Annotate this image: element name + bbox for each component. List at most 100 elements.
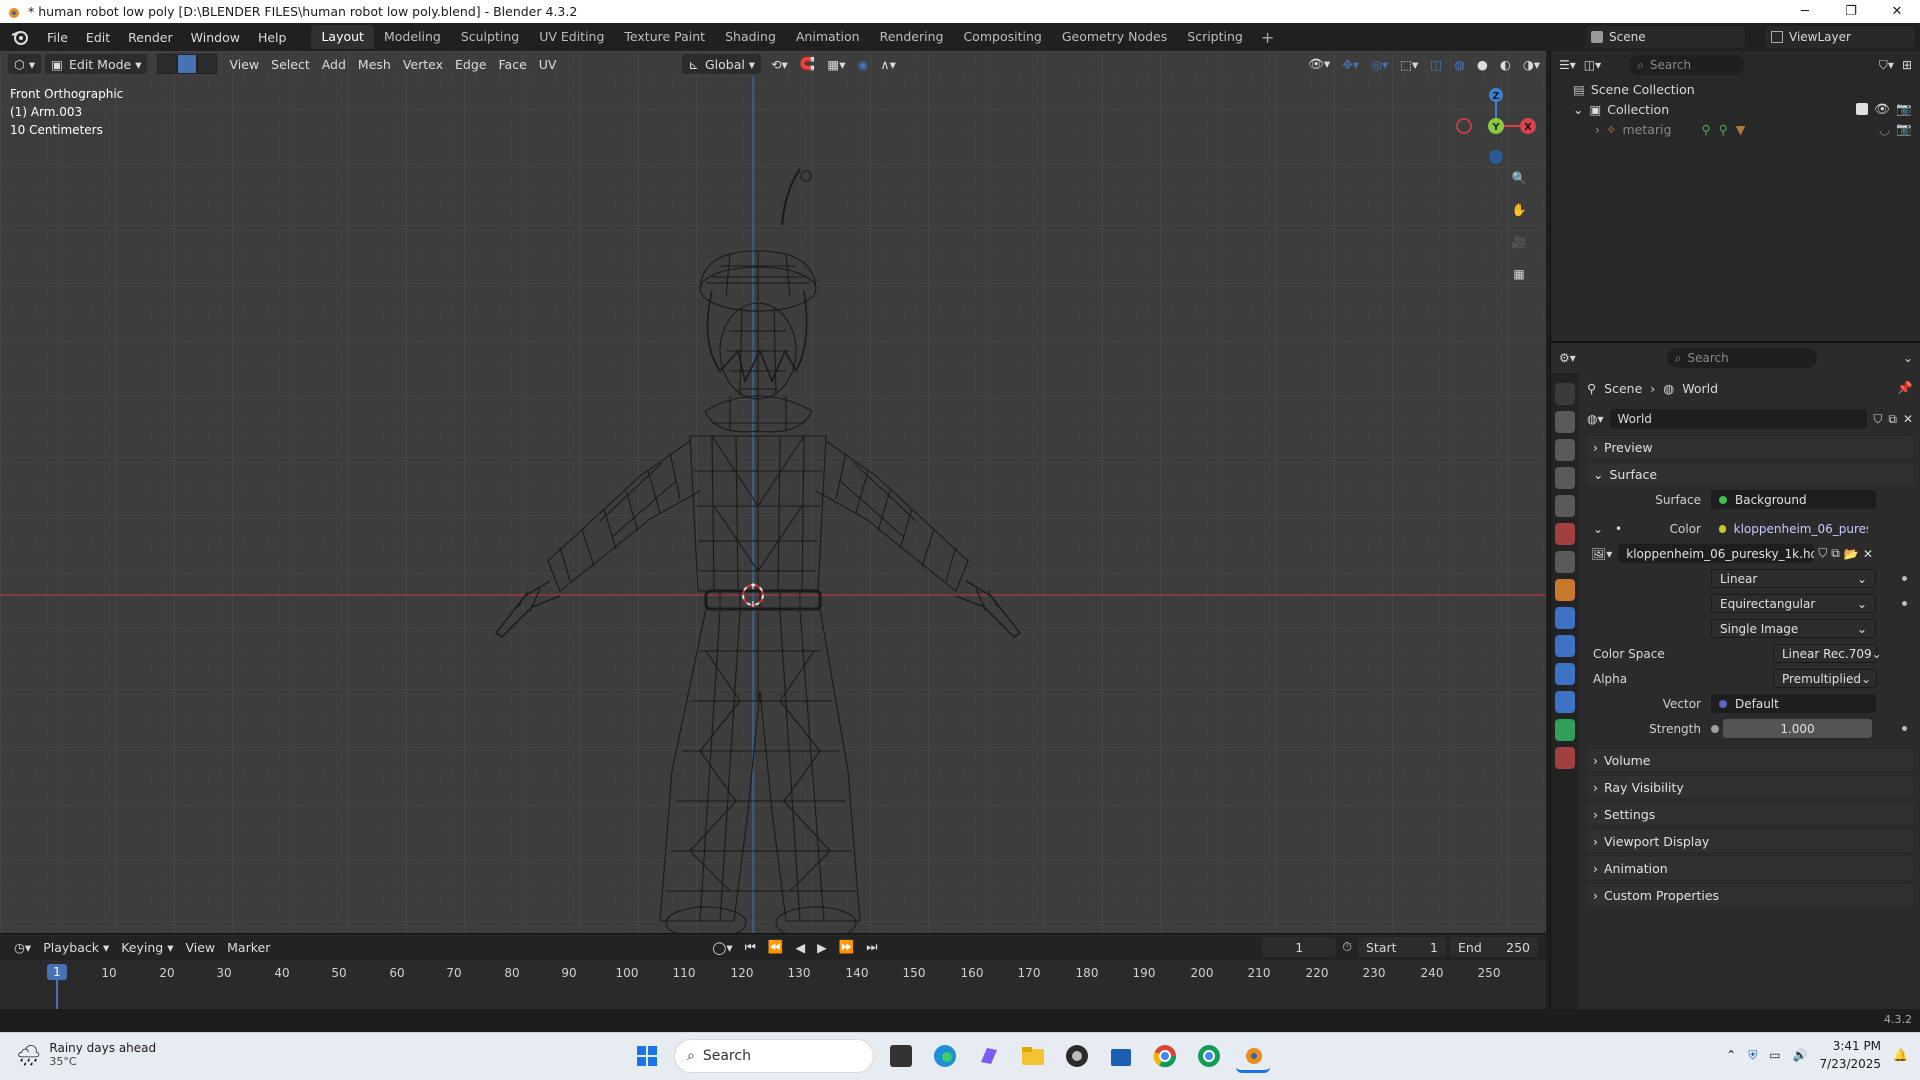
outliner-row-collection[interactable]: ⌄ ▣ Collection 👁 📷 (1551, 99, 1920, 119)
tab-texture-paint[interactable]: Texture Paint (614, 25, 715, 49)
properties-search-input[interactable]: ⌕ Search (1666, 348, 1817, 368)
collection-render-icon[interactable]: 📷 (1896, 101, 1912, 117)
tab-sculpting[interactable]: Sculpting (451, 25, 529, 49)
properties-editor[interactable]: ⚙▾ ⌕ Search ⌄ ⚲ Scene › ◍ World 📌 ◍▾ Wor… (1550, 341, 1920, 1031)
outliner-row-scene-collection[interactable]: ▤ Scene Collection (1551, 79, 1920, 99)
image-name-field[interactable]: kloppenheim_06_puresky_1k.hdr (1618, 544, 1815, 563)
world-name-field[interactable]: World (1609, 409, 1868, 429)
obs-studio-icon[interactable] (1060, 1039, 1094, 1073)
clock[interactable]: 3:41 PM 7/23/2025 (1820, 1037, 1882, 1073)
particles-tab-icon[interactable] (1555, 635, 1575, 657)
surface-shader-field[interactable]: Background (1711, 490, 1876, 509)
scene-selector[interactable]: Scene (1585, 26, 1745, 48)
transform-orientation-selector[interactable]: ⊾ Global ▾ (682, 54, 762, 74)
menu-mesh[interactable]: Mesh (352, 54, 397, 74)
view-layer-selector[interactable]: ViewLayer (1765, 26, 1915, 48)
outliner-editor-type-icon[interactable]: ☰▾ (1559, 58, 1576, 72)
duplicate-world-icon[interactable]: ⧉ (1888, 412, 1897, 427)
keyframe-dot-icon[interactable] (1902, 726, 1907, 731)
expand-collection-icon[interactable]: ⌄ (1573, 102, 1583, 117)
source-select[interactable]: Single Image ⌄ (1711, 619, 1876, 638)
panel-animation[interactable]: › Animation (1587, 857, 1913, 879)
metarig-render-icon[interactable]: 📷 (1896, 121, 1912, 137)
start-windows-icon[interactable] (630, 1039, 664, 1073)
play-reverse-icon[interactable]: ◀ (789, 937, 811, 957)
overlays-icon[interactable]: ◎▾ (1365, 54, 1394, 74)
tab-scripting[interactable]: Scripting (1177, 25, 1253, 49)
panel-settings[interactable]: › Settings (1587, 803, 1913, 825)
face-select-icon[interactable] (197, 54, 218, 74)
menu-vertex[interactable]: Vertex (397, 54, 449, 74)
shading-wireframe-icon[interactable]: ◍ (1448, 54, 1471, 74)
outliner-search-input[interactable]: ⌕ Search (1629, 55, 1745, 75)
chrome-icon[interactable] (1148, 1039, 1182, 1073)
editor-type-button[interactable]: ⬡ ▾ (8, 54, 42, 74)
projection-select[interactable]: Equirectangular ⌄ (1711, 594, 1876, 613)
copilot-icon[interactable] (972, 1039, 1006, 1073)
mode-selector[interactable]: ▣ Edit Mode ▾ (45, 54, 148, 74)
fake-user-icon[interactable]: ⛉ (1873, 412, 1882, 427)
auto-keying-icon[interactable]: ◯▾ (706, 937, 738, 957)
image-open-icon[interactable]: 📂 (1844, 547, 1859, 561)
ortho-grid-icon[interactable]: ▦ (1506, 261, 1532, 287)
menu-timeline-view[interactable]: View (179, 937, 221, 957)
tab-layout[interactable]: Layout (311, 25, 374, 49)
menu-select[interactable]: Select (265, 54, 316, 74)
xray-toggle-icon[interactable]: ◫ (1424, 54, 1448, 74)
menu-file[interactable]: File (38, 30, 77, 45)
timeline-editor-type-icon[interactable]: ◷▾ (8, 937, 37, 957)
scene-tab-icon[interactable] (1555, 495, 1575, 517)
panel-viewport-display[interactable]: › Viewport Display (1587, 830, 1913, 852)
current-frame-field[interactable]: 1 (1262, 937, 1337, 957)
end-frame-field[interactable]: End 250 (1450, 937, 1538, 957)
object-tab-icon[interactable] (1555, 579, 1575, 601)
panel-volume[interactable]: › Volume (1587, 749, 1913, 771)
defender-icon[interactable]: ⛨ (1748, 1048, 1757, 1063)
shading-solid-icon[interactable]: ● (1471, 54, 1494, 74)
close-icon[interactable]: ✕ (1874, 0, 1920, 23)
tool-tab-icon[interactable] (1555, 383, 1575, 405)
taskbar-search-input[interactable]: ⌕ Search (674, 1039, 874, 1073)
tray-chevron-up-icon[interactable]: ⌃ (1726, 1048, 1736, 1062)
network-icon[interactable]: ▭ (1769, 1048, 1780, 1062)
output-tab-icon[interactable] (1555, 439, 1575, 461)
playhead-marker[interactable]: 1 (47, 964, 67, 980)
jump-keyframe-back-icon[interactable]: ⏪ (762, 937, 790, 957)
menu-face[interactable]: Face (493, 54, 533, 74)
viewport-canvas[interactable]: Z Y X (0, 51, 1546, 933)
task-view-icon[interactable] (890, 1045, 912, 1067)
menu-edge[interactable]: Edge (449, 54, 492, 74)
menu-view[interactable]: View (223, 54, 265, 74)
outliner-panel[interactable]: ☰▾ ◫▾ ⌕ Search ⛉▾ ⊞ ▤ Scene Collection ⌄… (1550, 51, 1920, 341)
shading-material-icon[interactable]: ◐ (1494, 54, 1517, 74)
alpha-select[interactable]: Premultiplied ⌄ (1773, 669, 1877, 688)
keyframe-dot-icon[interactable] (1902, 576, 1907, 581)
preview-range-icon[interactable]: ⏱ (1336, 937, 1358, 957)
snap-target-icon[interactable]: ▦▾ (821, 54, 851, 74)
keyframe-dot-icon[interactable] (1902, 601, 1907, 606)
zoom-icon[interactable]: 🔍 (1506, 165, 1532, 191)
constraints-tab-icon[interactable] (1555, 691, 1575, 713)
unlink-world-icon[interactable]: ✕ (1903, 412, 1913, 426)
menu-edit[interactable]: Edit (77, 30, 119, 45)
strength-slider[interactable]: 1.000 (1723, 719, 1872, 738)
filter-icon[interactable]: ⛉▾ (1879, 58, 1894, 73)
panel-custom-properties[interactable]: › Custom Properties (1587, 884, 1913, 906)
vertex-select-icon[interactable] (157, 54, 178, 74)
mesh-edit-overlays-icon[interactable]: ⬚▾ (1394, 54, 1424, 74)
world-tab-icon[interactable] (1555, 523, 1575, 545)
camera-view-icon[interactable]: 🎥 (1506, 229, 1532, 255)
modifier-tab-icon[interactable] (1555, 607, 1575, 629)
volume-icon[interactable]: 🔊 (1793, 1048, 1808, 1062)
collection-visibility-icon[interactable]: 👁 (1874, 101, 1890, 117)
visibility-icon[interactable]: 👁▾ (1302, 54, 1336, 74)
properties-editor-type-icon[interactable]: ⚙▾ (1559, 351, 1576, 365)
jump-keyframe-forward-icon[interactable]: ⏩ (833, 937, 861, 957)
menu-keying[interactable]: Keying ▾ (115, 937, 179, 957)
collection-tab-icon[interactable] (1555, 551, 1575, 573)
physics-tab-icon[interactable] (1555, 663, 1575, 685)
interpolation-select[interactable]: Linear ⌄ (1711, 569, 1876, 588)
display-mode-icon[interactable]: ◫▾ (1584, 58, 1601, 72)
view-layer-tab-icon[interactable] (1555, 467, 1575, 489)
tab-animation[interactable]: Animation (786, 25, 870, 49)
